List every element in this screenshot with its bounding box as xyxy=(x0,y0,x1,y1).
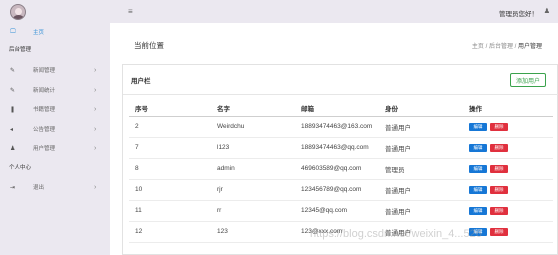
cell-role: 普通用户 xyxy=(379,200,463,222)
breadcrumb-current: 用户管理 xyxy=(517,44,542,50)
cell-name: admin xyxy=(211,158,295,180)
cell-email: 18893474463@163.com xyxy=(295,116,379,138)
edit-button[interactable]: 编辑 xyxy=(469,206,487,215)
panel-title: 用户栏 xyxy=(131,78,151,85)
sidebar-item-label: 新闻管理 xyxy=(33,68,56,74)
delete-button[interactable]: 删除 xyxy=(490,227,508,236)
cell-actions: 编辑 删除 xyxy=(463,116,553,138)
cell-actions: 编辑 删除 xyxy=(463,179,553,201)
cell-id: 7 xyxy=(129,137,211,159)
header-actions: 操作 xyxy=(463,101,553,117)
cell-email: 123456789@qq.com xyxy=(295,179,379,201)
breadcrumb-bar: 当前位置 主页 / 后台管理 / 用户管理 xyxy=(122,28,558,58)
chevron-right-icon: › xyxy=(94,105,97,113)
delete-button[interactable]: 删除 xyxy=(490,164,508,173)
watermark: https://blog.csdn.net/weixin_4...526 xyxy=(310,228,482,240)
page-title: 当前位置 xyxy=(134,41,164,50)
admin-greeting: 管理员您好！ xyxy=(499,11,538,18)
edit-button[interactable]: 编辑 xyxy=(469,122,487,131)
sidebar-item-notices[interactable]: ◂ 公告管理 › xyxy=(0,123,110,135)
user-panel: 用户栏 添加用户 序号 名字 邮箱 身份 操作 2 Weirdchu 18893… xyxy=(122,64,558,255)
monitor-icon: 🖵 xyxy=(10,28,16,35)
topbar: ≡ 管理员您好！ ♟ xyxy=(110,0,558,23)
delete-button[interactable]: 删除 xyxy=(490,206,508,215)
user-icon: ♟ xyxy=(10,145,16,152)
sidebar-item-home[interactable]: 🖵 主页 xyxy=(0,26,110,38)
exit-icon: ⇥ xyxy=(10,184,16,191)
chevron-right-icon: › xyxy=(94,86,97,94)
cell-actions: 编辑 删除 xyxy=(463,158,553,180)
delete-button[interactable]: 删除 xyxy=(490,122,508,131)
edit-icon: ✎ xyxy=(10,87,16,94)
cell-id: 12 xyxy=(129,221,211,243)
cell-name: Weirdchu xyxy=(211,116,295,138)
chevron-right-icon: › xyxy=(94,125,97,133)
cell-id: 8 xyxy=(129,158,211,180)
cell-id: 11 xyxy=(129,200,211,222)
chevron-right-icon: › xyxy=(94,144,97,152)
cell-name: rjr xyxy=(211,179,295,201)
sidebar-item-users[interactable]: ♟ 用户管理 › xyxy=(0,142,110,154)
cell-role: 普通用户 xyxy=(379,137,463,159)
sidebar-item-label: 公告管理 xyxy=(33,127,56,133)
chevron-right-icon: › xyxy=(94,66,97,74)
chevron-right-icon: › xyxy=(94,183,97,191)
sidebar-item-label: 书籍管理 xyxy=(33,107,56,113)
sidebar-item-label: 退出 xyxy=(33,185,45,191)
header-email: 邮箱 xyxy=(295,101,379,117)
breadcrumb-admin[interactable]: 后台管理 xyxy=(489,44,513,50)
section-personal: 个人中心 xyxy=(9,165,32,171)
section-admin: 后台管理 xyxy=(9,47,32,53)
sidebar-item-label: 新闻统计 xyxy=(33,88,56,94)
table-header-row: 序号 名字 邮箱 身份 操作 xyxy=(129,101,553,117)
table-row: 10 rjr 123456789@qq.com 普通用户 编辑 删除 xyxy=(129,179,553,201)
cell-actions: 编辑 删除 xyxy=(463,200,553,222)
edit-button[interactable]: 编辑 xyxy=(469,185,487,194)
cell-actions: 编辑 删除 xyxy=(463,137,553,159)
header-id: 序号 xyxy=(129,101,211,117)
edit-button[interactable]: 编辑 xyxy=(469,164,487,173)
header-role: 身份 xyxy=(379,101,463,117)
user-icon[interactable]: ♟ xyxy=(544,7,550,15)
book-icon: ❚ xyxy=(10,106,16,113)
cell-id: 2 xyxy=(129,116,211,138)
user-table: 序号 名字 邮箱 身份 操作 2 Weirdchu 18893474463@16… xyxy=(129,101,553,243)
cell-email: 12345@qq.com xyxy=(295,200,379,222)
add-user-button[interactable]: 添加用户 xyxy=(510,73,546,87)
cell-name: l123 xyxy=(211,137,295,159)
edit-icon: ✎ xyxy=(10,67,16,74)
cell-email: 469603589@qq.com xyxy=(295,158,379,180)
delete-button[interactable]: 删除 xyxy=(490,143,508,152)
breadcrumb-home[interactable]: 主页 xyxy=(472,44,484,50)
edit-button[interactable]: 编辑 xyxy=(469,143,487,152)
delete-button[interactable]: 删除 xyxy=(490,185,508,194)
cell-role: 普通用户 xyxy=(379,179,463,201)
cell-email: 18893474463@qq.com xyxy=(295,137,379,159)
avatar-area xyxy=(0,0,110,23)
menu-icon[interactable]: ≡ xyxy=(128,7,133,16)
table-row: 11 rr 12345@qq.com 普通用户 编辑 删除 xyxy=(129,200,553,222)
sidebar: 🖵 主页 后台管理 ✎ 新闻管理 › ✎ 新闻统计 › ❚ 书籍管理 › ◂ 公… xyxy=(0,0,110,255)
breadcrumb: 主页 / 后台管理 / 用户管理 xyxy=(472,41,542,50)
header-name: 名字 xyxy=(211,101,295,117)
cell-role: 管理员 xyxy=(379,158,463,180)
cell-id: 10 xyxy=(129,179,211,201)
avatar[interactable] xyxy=(10,3,26,20)
table-row: 7 l123 18893474463@qq.com 普通用户 编辑 删除 xyxy=(129,137,553,159)
cell-role: 普通用户 xyxy=(379,116,463,138)
sidebar-item-label: 主页 xyxy=(33,30,45,36)
divider xyxy=(123,94,558,95)
sidebar-item-news-manage[interactable]: ✎ 新闻管理 › xyxy=(0,64,110,76)
sidebar-item-books[interactable]: ❚ 书籍管理 › xyxy=(0,103,110,115)
sidebar-item-news-stats[interactable]: ✎ 新闻统计 › xyxy=(0,84,110,96)
cell-name: rr xyxy=(211,200,295,222)
cell-name: 123 xyxy=(211,221,295,243)
table-row: 2 Weirdchu 18893474463@163.com 普通用户 编辑 删除 xyxy=(129,116,553,138)
sidebar-item-label: 用户管理 xyxy=(33,146,56,152)
megaphone-icon: ◂ xyxy=(10,126,14,133)
sidebar-item-logout[interactable]: ⇥ 退出 › xyxy=(0,181,110,193)
table-row: 8 admin 469603589@qq.com 管理员 编辑 删除 xyxy=(129,158,553,180)
